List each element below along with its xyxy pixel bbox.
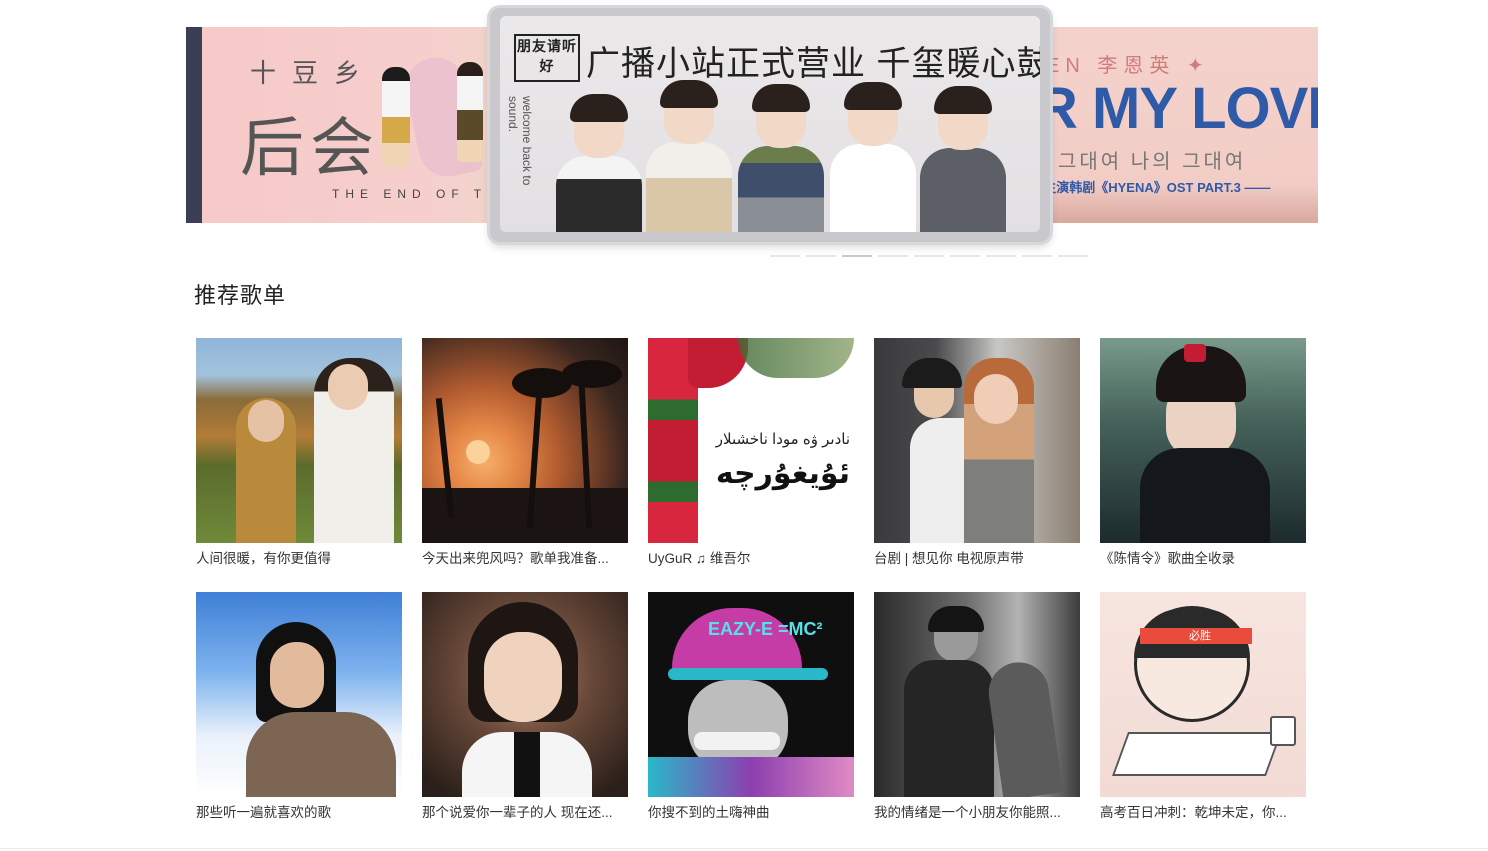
playlist-cover-image[interactable]: EAZY-E =MC² [648,592,854,797]
banner-person-graphic [646,80,732,232]
banner-person-graphic [556,94,642,232]
banner-person-graphic [738,84,824,232]
banner-headline: 广播小站正式营业 千玺暖心鼓励复读生 [586,45,1040,83]
playlist-title[interactable]: UyGuR ♫ 维吾尔 [648,550,854,568]
banner-figure-graphic [382,67,410,167]
carousel-dot[interactable] [878,255,908,257]
playlist-cover-image[interactable] [1100,338,1306,543]
banner-person-graphic [920,86,1006,232]
banner-right-artist: EN 李恩英 ✦ [1046,55,1210,77]
playlist-card[interactable]: 必胜 高考百日冲刺：乾坤未定，你... [1100,592,1306,822]
playlist-card[interactable]: 《陈情令》歌曲全收录 [1100,338,1306,568]
carousel-dot[interactable] [950,255,980,257]
banner-person-graphic [830,82,916,232]
cover-script-text: نادىر ۋە مودا ناخشىلار [715,431,850,448]
banner-left-subtitle: 十豆乡 [250,59,377,89]
playlist-grid: 人间很暖，有你更值得 今天出来兜风吗？歌单我准备... نادىر ۋە مود… [196,338,1306,822]
cap-logo-text: EAZY-E =MC² [708,619,823,639]
banner-right-caption: §主演韩剧《HYENA》OST PART.3 —— [1036,180,1271,195]
playlist-title[interactable]: 那些听一遍就喜欢的歌 [196,804,402,822]
playlist-card[interactable]: 今天出来兜风吗？歌单我准备... [422,338,628,568]
playlist-card[interactable]: 那些听一遍就喜欢的歌 [196,592,402,822]
carousel-dot[interactable] [770,255,800,257]
headband-text: 必胜 [1189,630,1211,642]
playlist-title[interactable]: 我的情绪是一个小朋友你能照... [874,804,1080,822]
playlist-title[interactable]: 台剧 | 想见你 电视原声带 [874,550,1080,568]
playlist-title[interactable]: 今天出来兜风吗？歌单我准备... [422,550,628,568]
banner-slide-left[interactable]: 十豆乡 后会 THE END OF THE W [186,27,526,223]
banner-figure-graphic [457,62,483,162]
banner-carousel[interactable]: 十豆乡 后会 THE END OF THE W EN 李恩英 ✦ R MY LO… [186,8,1318,258]
banner-right-korean: 그대여 나의 그대여 [1058,151,1247,173]
playlist-cover-image[interactable]: 必胜 [1100,592,1306,797]
playlist-card[interactable]: 我的情绪是一个小朋友你能照... [874,592,1080,822]
playlist-cover-image[interactable] [874,592,1080,797]
playlist-title[interactable]: 《陈情令》歌曲全收录 [1100,550,1306,568]
radio-show-logo: 朋友请听好 [514,34,580,82]
playlist-title[interactable]: 高考百日冲刺：乾坤未定，你... [1100,804,1306,822]
playlist-card[interactable]: 台剧 | 想见你 电视原声带 [874,338,1080,568]
page-divider [0,848,1488,849]
playlist-title[interactable]: 人间很暖，有你更值得 [196,550,402,568]
playlist-cover-image[interactable] [422,592,628,797]
playlist-card[interactable]: نادىر ۋە مودا ناخشىلار ئۇيغۇرچە UyGuR ♫ … [648,338,854,568]
playlist-card[interactable]: 人间很暖，有你更值得 [196,338,402,568]
playlist-title[interactable]: 你搜不到的土嗨神曲 [648,804,854,822]
playlist-cover-image[interactable] [196,338,402,543]
banner-welcome-text: welcome back to sound. [506,96,534,186]
carousel-dot[interactable] [986,255,1016,257]
banner-slide-active[interactable]: 朋友请听好 广播小站正式营业 千玺暖心鼓励复读生 welcome back to… [490,8,1050,242]
carousel-dot-active[interactable] [842,255,872,257]
banner-right-title: R MY LOVE [1036,76,1318,141]
playlist-cover-image[interactable] [196,592,402,797]
banner-left-title: 后会 [240,112,380,186]
carousel-dot[interactable] [1022,255,1052,257]
playlist-card[interactable]: 那个说爱你一辈子的人 现在还... [422,592,628,822]
cover-script-title: ئۇيغۇرچە [715,457,850,490]
carousel-indicators [770,255,1088,257]
playlist-title[interactable]: 那个说爱你一辈子的人 现在还... [422,804,628,822]
playlist-cover-image[interactable] [874,338,1080,543]
playlist-cover-image[interactable]: نادىر ۋە مودا ناخشىلار ئۇيغۇرچە [648,338,854,543]
carousel-dot[interactable] [1058,255,1088,257]
playlist-cover-image[interactable] [422,338,628,543]
carousel-dot[interactable] [914,255,944,257]
music-app-page: 十豆乡 后会 THE END OF THE W EN 李恩英 ✦ R MY LO… [0,0,1488,851]
carousel-dot[interactable] [806,255,836,257]
section-title: 推荐歌单 [194,283,287,308]
playlist-card[interactable]: EAZY-E =MC² 你搜不到的土嗨神曲 [648,592,854,822]
banner-slide-right[interactable]: EN 李恩英 ✦ R MY LOVE 그대여 나의 그대여 §主演韩剧《HYEN… [1016,27,1318,223]
banner-active-artwork: 朋友请听好 广播小站正式营业 千玺暖心鼓励复读生 welcome back to… [500,16,1040,232]
